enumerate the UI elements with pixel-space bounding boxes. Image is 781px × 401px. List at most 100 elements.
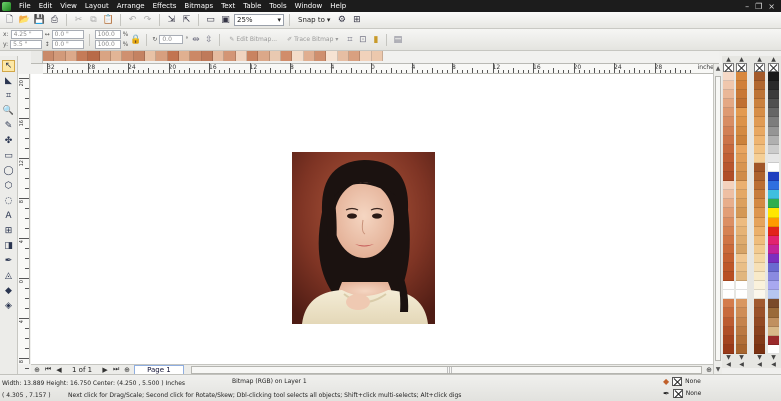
mirror-vertical-icon[interactable]: ⇳: [203, 34, 214, 45]
portrait-bitmap[interactable]: [292, 152, 435, 324]
mirror-horizontal-icon[interactable]: ⇹: [190, 34, 201, 45]
palette-swatch[interactable]: [723, 253, 734, 263]
palette-swatch[interactable]: [43, 51, 55, 61]
snap-to-dropdown[interactable]: Snap to ▾: [295, 16, 333, 24]
no-color-swatch[interactable]: [768, 63, 779, 72]
palette-swatch[interactable]: [235, 51, 247, 61]
palette-scroll-down-icon[interactable]: ▼: [736, 354, 747, 361]
palette-swatch[interactable]: [754, 190, 765, 200]
palette-scroll-up-icon[interactable]: ▲: [736, 56, 747, 63]
document-palette-strip[interactable]: [43, 51, 383, 61]
open-folder-icon[interactable]: 📂: [18, 14, 31, 27]
palette-swatch[interactable]: [754, 199, 765, 209]
palette-swatch[interactable]: [723, 317, 734, 327]
palette-swatch[interactable]: [54, 51, 66, 61]
palette-swatch[interactable]: [723, 126, 734, 136]
palette-swatch[interactable]: [723, 135, 734, 145]
palette-swatch[interactable]: [736, 244, 747, 254]
palette-swatch[interactable]: [65, 51, 77, 61]
palette-swatch[interactable]: [348, 51, 361, 61]
palette-swatch[interactable]: [292, 51, 304, 61]
palette-swatch[interactable]: [754, 262, 765, 273]
palette-swatch[interactable]: [736, 144, 747, 154]
palette-swatch[interactable]: [736, 135, 747, 145]
palette-swatch[interactable]: [768, 90, 779, 100]
palette-swatch[interactable]: [768, 153, 779, 163]
palette-swatch[interactable]: [754, 290, 765, 300]
redo-icon[interactable]: ↷: [141, 14, 154, 27]
ellipse-tool-icon[interactable]: ◯: [2, 165, 15, 177]
palette-swatch[interactable]: [723, 281, 734, 291]
vertical-ruler[interactable]: 20 16 12 8 4 0 4 8: [18, 74, 30, 389]
palette-swatch[interactable]: [723, 162, 734, 173]
palette-swatch[interactable]: [754, 144, 765, 154]
palette-swatch[interactable]: [723, 262, 734, 273]
palette-swatch[interactable]: [768, 208, 779, 218]
palette-swatch[interactable]: [768, 344, 779, 354]
palette-swatch[interactable]: [723, 235, 734, 245]
menu-tools[interactable]: Tools: [265, 2, 290, 10]
palette-scroll-down-icon[interactable]: ▼: [754, 354, 765, 361]
palette-swatch[interactable]: [754, 126, 765, 136]
ruler-origin[interactable]: [31, 51, 43, 64]
menu-file[interactable]: File: [15, 2, 35, 10]
palette-swatch[interactable]: [736, 181, 747, 191]
palette-swatch[interactable]: [768, 299, 779, 309]
bitmap-color-mask-icon[interactable]: ▮: [370, 34, 381, 45]
last-page-icon[interactable]: ⏭: [112, 365, 120, 374]
scale-width-input[interactable]: 100.0: [94, 30, 121, 39]
first-page-icon[interactable]: ⏮: [44, 365, 52, 374]
application-launcher-icon[interactable]: ▭: [204, 14, 217, 27]
palette-flyout-icon[interactable]: ◀: [768, 361, 779, 368]
palette-swatch[interactable]: [754, 172, 765, 182]
palette-swatch[interactable]: [723, 208, 734, 218]
palette-column-1[interactable]: ▲ ▼ ◀: [723, 56, 734, 368]
palette-swatch[interactable]: [723, 90, 734, 100]
palette-swatch[interactable]: [768, 326, 779, 336]
shape-tool-icon[interactable]: ◣: [2, 75, 15, 87]
palette-swatch[interactable]: [768, 235, 779, 245]
palette-swatch[interactable]: [736, 126, 747, 136]
copy-icon[interactable]: ⧉: [87, 14, 100, 27]
palette-swatch[interactable]: [723, 335, 734, 345]
palette-swatch[interactable]: [144, 51, 157, 61]
height-input[interactable]: 0.0 ": [51, 40, 84, 49]
palette-swatch[interactable]: [768, 244, 779, 254]
palette-swatch[interactable]: [768, 262, 779, 273]
palette-swatch[interactable]: [736, 290, 747, 300]
palette-swatch[interactable]: [754, 244, 765, 254]
palette-swatch[interactable]: [736, 172, 747, 182]
eyedropper-tool-icon[interactable]: ✒: [2, 255, 15, 267]
interactive-blend-tool-icon[interactable]: ◨: [2, 240, 15, 252]
palette-swatch[interactable]: [754, 181, 765, 191]
palette-column-4[interactable]: ▲ ▼ ◀: [768, 56, 779, 368]
palette-swatch[interactable]: [280, 51, 293, 61]
next-page-icon[interactable]: ▶: [101, 366, 109, 374]
palette-swatch[interactable]: [133, 51, 145, 61]
menu-view[interactable]: View: [56, 2, 81, 10]
cut-icon[interactable]: ✂: [72, 14, 85, 27]
options-icon[interactable]: ⚙: [335, 14, 348, 27]
palette-swatch[interactable]: [723, 326, 734, 336]
palette-swatch[interactable]: [754, 308, 765, 318]
palette-swatch[interactable]: [736, 153, 747, 163]
y-position-input[interactable]: 5.5 ": [10, 40, 43, 49]
palette-swatch[interactable]: [768, 172, 779, 182]
drawing-canvas[interactable]: [31, 74, 713, 364]
minimize-icon[interactable]: –: [745, 2, 749, 11]
palette-swatch[interactable]: [723, 217, 734, 227]
palette-swatch[interactable]: [723, 117, 734, 127]
crop-bitmap-icon[interactable]: ⌗: [344, 34, 355, 45]
polygon-tool-icon[interactable]: ⬡: [2, 180, 15, 192]
no-color-swatch[interactable]: [754, 63, 765, 72]
horizontal-scrollbar[interactable]: |||: [190, 365, 702, 374]
palette-swatch[interactable]: [212, 51, 225, 61]
palette-swatch[interactable]: [736, 272, 747, 282]
lock-ratio-icon[interactable]: 🔒: [130, 34, 141, 45]
palette-swatch[interactable]: [736, 299, 747, 309]
palette-swatch[interactable]: [754, 108, 765, 118]
palette-swatch[interactable]: [754, 281, 765, 291]
close-icon[interactable]: ×: [768, 2, 775, 11]
palette-swatch[interactable]: [754, 217, 765, 227]
palette-swatch[interactable]: [754, 153, 765, 163]
